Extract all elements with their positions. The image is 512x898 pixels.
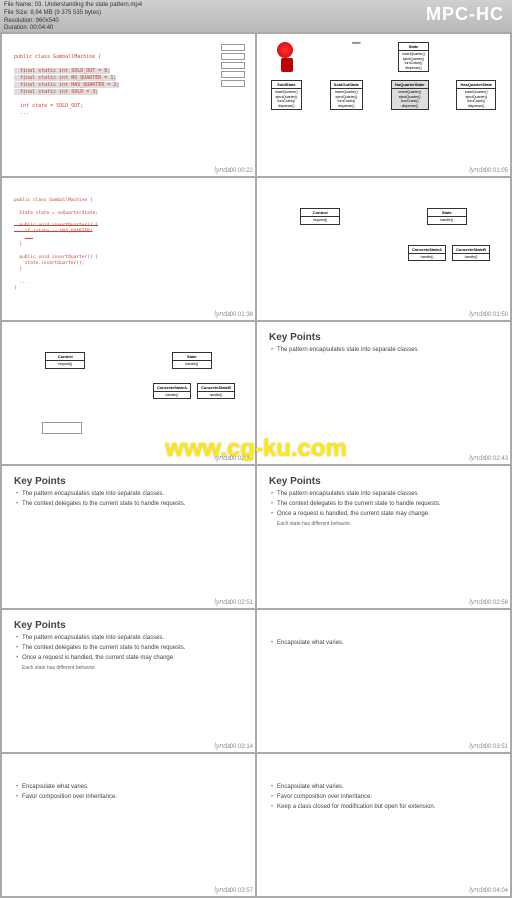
slide-11[interactable]: Encapsulate what varies. Favor compositi… — [2, 754, 255, 896]
note-box — [42, 422, 82, 434]
kp-sub: Each state has different behavior. — [2, 665, 255, 671]
slide-4[interactable]: Contextrequest() Statehandle() ConcreteS… — [257, 178, 510, 320]
slide-3[interactable]: public class GumballMachine { State stat… — [2, 178, 255, 320]
file-size: File Size: 8,94 MB (9 375 535 bytes) — [4, 10, 142, 18]
timestamp: 00:02:16 — [230, 456, 253, 462]
slide-10[interactable]: Encapsulate what varies. lynda 00:03:51 — [257, 610, 510, 752]
slide-6[interactable]: Key Points The pattern encapsulates stat… — [257, 322, 510, 464]
timestamp: 00:01:50 — [485, 312, 508, 318]
timestamp: 00:04:04 — [485, 888, 508, 894]
uml-state: Statehandle() — [427, 208, 467, 225]
slide-12[interactable]: Encapsulate what varies. Favor compositi… — [257, 754, 510, 896]
timestamp: 00:03:14 — [230, 744, 253, 750]
slide-2[interactable]: state State insertQuarter() ejectQuarter… — [257, 34, 510, 176]
logo: lynda — [469, 743, 486, 750]
uml-soldout: SoldOutStateinsertQuarter() ejectQuarter… — [330, 80, 363, 110]
logo: lynda — [214, 167, 231, 174]
uml-noquarter: NoQuarterStateinsertQuarter() ejectQuart… — [391, 80, 429, 110]
timestamp: 00:02:56 — [485, 600, 508, 606]
kp-title: Key Points — [257, 466, 510, 491]
logo: lynda — [469, 455, 486, 462]
timestamp: 00:01:05 — [485, 168, 508, 174]
timestamp: 00:03:51 — [485, 744, 508, 750]
kp-list: The pattern encapsulates state into sepa… — [2, 635, 255, 661]
kp-sub: Each state has different behavior. — [257, 521, 510, 527]
slide-5[interactable]: Contextrequest() Statehandle() ConcreteS… — [2, 322, 255, 464]
mini-boxes — [221, 44, 245, 89]
timestamp: 00:02:43 — [485, 456, 508, 462]
slide-8[interactable]: Key Points The pattern encapsulates stat… — [257, 466, 510, 608]
logo: lynda — [214, 887, 231, 894]
kp-list: The pattern encapsulates state into sepa… — [257, 491, 510, 517]
uml-state: Statehandle() — [172, 352, 212, 369]
logo: lynda — [214, 599, 231, 606]
uml-csb: ConcreteStateBhandle() — [197, 383, 235, 400]
kp-list: The pattern encapsulates state into sepa… — [2, 491, 255, 507]
app-name: MPC-HC — [426, 4, 504, 25]
file-resolution: Resolution: 960x540 — [4, 18, 142, 26]
uml-csa: ConcreteStateAhandle() — [408, 245, 446, 262]
slide-1[interactable]: public class GumballMachine { final stat… — [2, 34, 255, 176]
kp-list: Encapsulate what varies. Favor compositi… — [2, 754, 255, 800]
kp-list: Encapsulate what varies. — [257, 610, 510, 646]
timestamp: 00:01:38 — [230, 312, 253, 318]
kp-title: Key Points — [2, 466, 255, 491]
file-info: File Name: 03. Understanding the state p… — [4, 2, 142, 33]
logo: lynda — [214, 455, 231, 462]
timestamp: 00:03:57 — [230, 888, 253, 894]
state-label: state — [352, 40, 361, 45]
logo: lynda — [469, 311, 486, 318]
kp-title: Key Points — [2, 610, 255, 635]
uml-csa: ConcreteStateAhandle() — [153, 383, 191, 400]
code-block: public class GumballMachine { State stat… — [2, 178, 255, 312]
logo: lynda — [214, 311, 231, 318]
logo: lynda — [469, 887, 486, 894]
thumbnail-grid: public class GumballMachine { final stat… — [0, 32, 512, 898]
logo: lynda — [469, 167, 486, 174]
kp-title: Key Points — [257, 322, 510, 347]
timestamp: 00:00:22 — [230, 168, 253, 174]
slide-7[interactable]: Key Points The pattern encapsulates stat… — [2, 466, 255, 608]
kp-list: The pattern encapsulates state into sepa… — [257, 347, 510, 353]
timestamp: 00:02:51 — [230, 600, 253, 606]
code-block: public class GumballMachine { final stat… — [2, 34, 255, 137]
gumball-icon — [277, 42, 297, 72]
logo: lynda — [214, 743, 231, 750]
uml-context: Contextrequest() — [45, 352, 85, 369]
file-name: File Name: 03. Understanding the state p… — [4, 2, 142, 10]
uml-context: Contextrequest() — [300, 208, 340, 225]
uml-state: State insertQuarter() ejectQuarter() tur… — [398, 42, 429, 72]
uml-csb: ConcreteStateBhandle() — [452, 245, 490, 262]
logo: lynda — [469, 599, 486, 606]
uml-hasquarter: HasQuarterStateinsertQuarter() ejectQuar… — [456, 80, 496, 110]
kp-list: Encapsulate what varies. Favor compositi… — [257, 754, 510, 810]
slide-9[interactable]: Key Points The pattern encapsulates stat… — [2, 610, 255, 752]
uml-sold: SoldStateinsertQuarter() ejectQuarter() … — [271, 80, 302, 110]
